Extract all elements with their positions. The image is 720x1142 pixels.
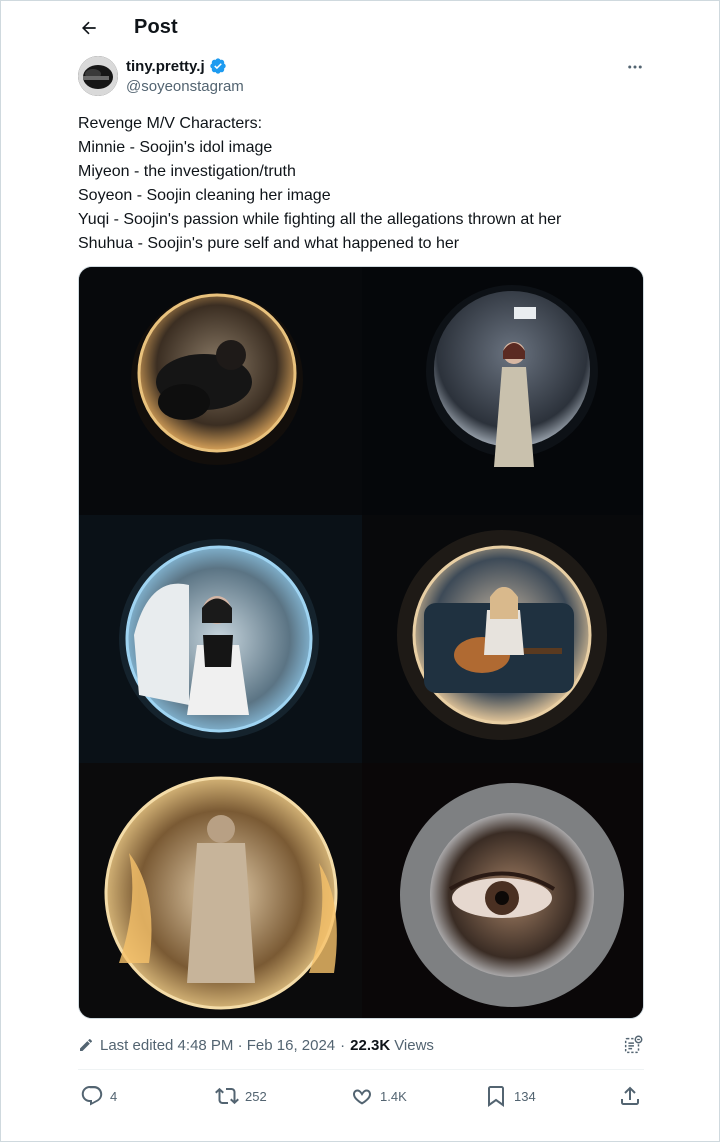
share-icon [621, 1086, 639, 1105]
reply-count: 4 [110, 1088, 118, 1104]
tweet-line: Revenge M/V Characters: [78, 115, 263, 132]
peephole-photo-woman-guitar [362, 515, 643, 763]
media-grid [78, 266, 644, 1019]
analytics-button[interactable] [622, 1034, 644, 1056]
heart-icon [353, 1089, 371, 1105]
edited-timestamp[interactable]: Last edited 4:48 PM · Feb 16, 2024 [100, 1037, 335, 1054]
post-meta: Last edited 4:48 PM · Feb 16, 2024 · 22.… [78, 1035, 434, 1055]
bookmark-button[interactable]: 134 [484, 1082, 536, 1110]
bookmark-icon [488, 1086, 504, 1107]
display-name: tiny.pretty.j [126, 57, 205, 75]
views-label: Views [394, 1036, 434, 1054]
author-handle[interactable]: @soyeonstagram [126, 78, 244, 95]
peephole-photo-eye-closeup [362, 763, 643, 1018]
peephole-photo-woman-lying [79, 267, 362, 515]
tweet-line: Minnie - Soojin's idol image [78, 139, 273, 156]
author-name[interactable]: tiny.pretty.j [126, 57, 227, 75]
media-image[interactable] [362, 267, 643, 515]
peephole-photo-woman-fire [79, 763, 362, 1018]
reply-button[interactable]: 4 [80, 1082, 117, 1110]
page-title: Post [134, 16, 178, 38]
tweet-line: Yuqi - Soojin's passion while fighting a… [78, 211, 562, 228]
media-image[interactable] [362, 763, 643, 1018]
repost-icon [215, 1087, 239, 1105]
tweet-line: Miyeon - the investigation/truth [78, 163, 296, 180]
media-image[interactable] [79, 515, 362, 763]
tweet-text: Revenge M/V Characters: Minnie - Soojin'… [78, 112, 648, 256]
media-image[interactable] [79, 763, 362, 1018]
repost-count: 252 [245, 1088, 267, 1104]
back-button[interactable] [75, 14, 103, 42]
more-options-button[interactable] [623, 55, 647, 79]
peephole-photo-woman-trench-coat [362, 267, 643, 515]
media-image[interactable] [79, 267, 362, 515]
like-button[interactable]: 1.4K [350, 1082, 407, 1110]
post-page: Post tiny.pretty.j @soyeonstagram Reveng… [0, 0, 720, 1142]
meta-separator: · [340, 1036, 346, 1054]
reply-icon [81, 1086, 103, 1106]
more-dots-icon [628, 65, 642, 69]
top-bar: Post [1, 1, 720, 55]
like-count: 1.4K [380, 1088, 407, 1104]
analytics-icon [624, 1035, 643, 1054]
peephole-photo-woman-sitting-floor [79, 515, 362, 763]
tweet-line: Shuhua - Soojin's pure self and what hap… [78, 235, 460, 252]
action-bar: 4 252 1.4K 134 [78, 1082, 644, 1110]
divider [78, 1069, 644, 1070]
verified-badge-icon [209, 58, 226, 74]
pencil-icon [80, 1038, 93, 1051]
repost-button[interactable]: 252 [215, 1082, 267, 1110]
tweet-line: Soyeon - Soojin cleaning her image [78, 187, 331, 204]
avatar[interactable] [78, 56, 118, 96]
arrow-left-icon [82, 21, 96, 35]
views-count: 22.3K [350, 1036, 391, 1054]
bookmark-count: 134 [514, 1088, 536, 1104]
share-button[interactable] [618, 1082, 642, 1110]
media-image[interactable] [362, 515, 643, 763]
